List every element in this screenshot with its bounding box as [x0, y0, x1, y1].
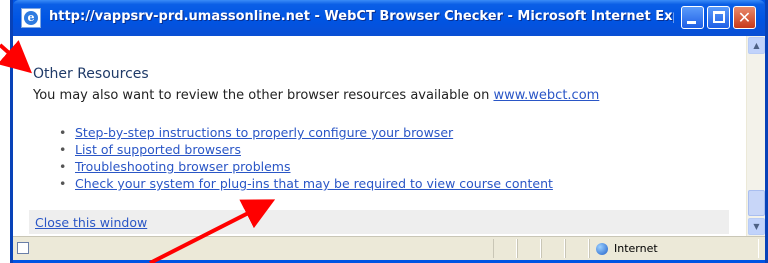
troubleshooting-link[interactable]: Troubleshooting browser problems — [75, 159, 291, 174]
bullet-icon: • — [59, 159, 67, 174]
close-window-bar: Close this window — [29, 210, 729, 234]
status-pane — [517, 239, 541, 258]
vertical-scrollbar[interactable]: ▲ ▼ — [746, 36, 765, 236]
configure-browser-link[interactable]: Step-by-step instructions to properly co… — [75, 125, 453, 140]
scroll-up-arrow-icon[interactable]: ▲ — [748, 37, 765, 54]
list-item: • Troubleshooting browser problems — [59, 158, 553, 175]
ie-popup-window: e http://vappsrv-prd.umassonline.net - W… — [10, 0, 768, 263]
ie-page-icon[interactable]: e — [21, 8, 41, 28]
bullet-icon: • — [59, 142, 67, 157]
intro-text: You may also want to review the other br… — [33, 88, 599, 103]
bullet-icon: • — [59, 176, 67, 191]
page-icon — [17, 242, 29, 254]
list-item: • List of supported browsers — [59, 141, 553, 158]
close-window-link[interactable]: Close this window — [35, 215, 147, 230]
minimize-icon — [687, 21, 696, 24]
maximize-button[interactable] — [707, 6, 730, 29]
resource-list: • Step-by-step instructions to properly c… — [59, 124, 553, 192]
minimize-button[interactable] — [681, 6, 704, 29]
security-zone-pane: Internet — [589, 239, 759, 258]
status-pane — [493, 239, 517, 258]
status-bar: Internet — [13, 236, 765, 260]
scroll-thumb[interactable] — [748, 190, 765, 216]
plugins-check-link[interactable]: Check your system for plug-ins that may … — [75, 176, 553, 191]
close-button[interactable]: ✕ — [733, 6, 756, 29]
supported-browsers-link[interactable]: List of supported browsers — [75, 142, 241, 157]
bullet-icon: • — [59, 125, 67, 140]
maximize-icon — [713, 11, 725, 23]
zone-label: Internet — [614, 242, 658, 255]
status-pane — [541, 239, 565, 258]
list-item: • Step-by-step instructions to properly c… — [59, 124, 553, 141]
intro-prefix: You may also want to review the other br… — [33, 88, 494, 103]
list-item: • Check your system for plug-ins that may… — [59, 175, 553, 192]
webct-link[interactable]: www.webct.com — [493, 88, 599, 103]
scroll-down-arrow-icon[interactable]: ▼ — [748, 218, 765, 235]
close-icon: ✕ — [737, 8, 752, 27]
globe-icon — [596, 243, 608, 255]
window-title: http://vappsrv-prd.umassonline.net - Web… — [49, 9, 674, 24]
page-content: Other Resources You may also want to rev… — [13, 36, 746, 236]
status-pane — [565, 239, 589, 258]
section-heading: Other Resources — [33, 66, 149, 82]
title-bar[interactable]: e http://vappsrv-prd.umassonline.net - W… — [13, 0, 765, 36]
